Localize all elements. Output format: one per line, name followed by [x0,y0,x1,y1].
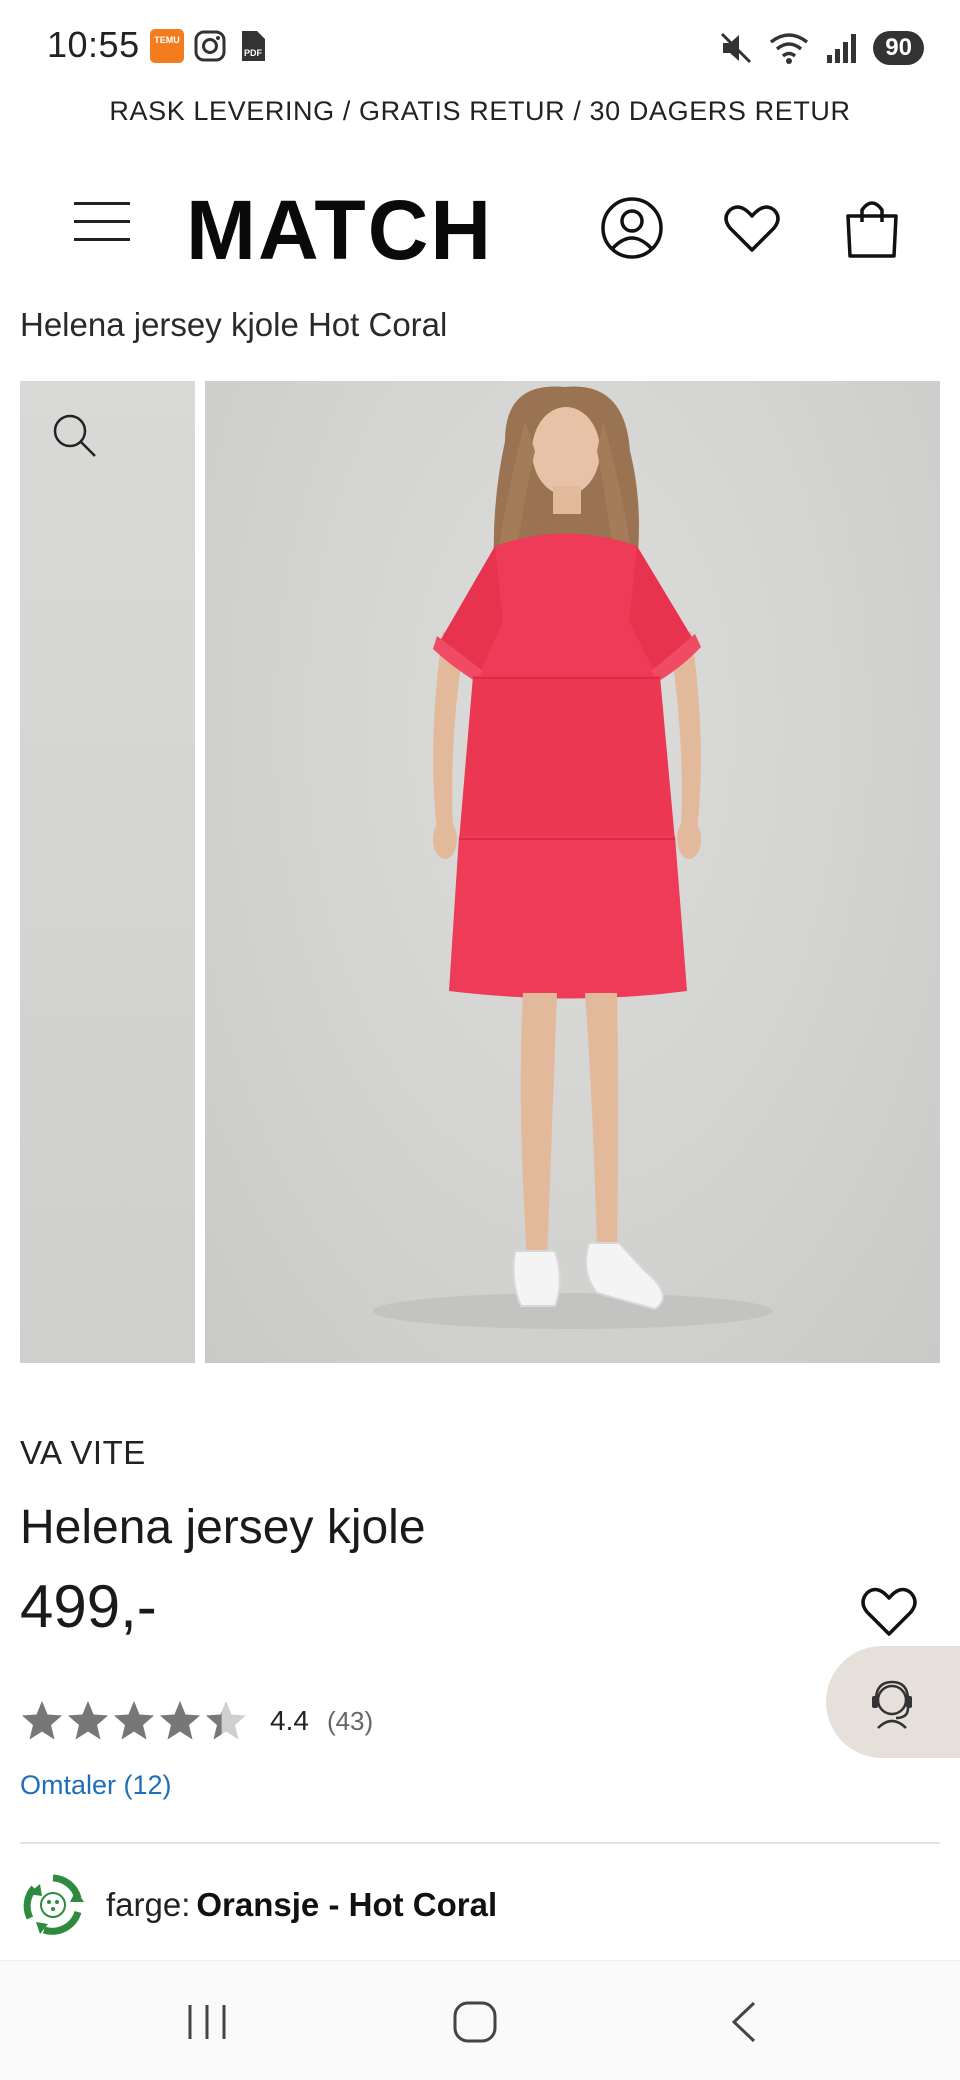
promo-banner: RASK LEVERING / GRATIS RETUR / 30 DAGERS… [109,96,851,126]
status-indicators: 90 [719,28,924,68]
temu-label: TEMU [154,35,180,45]
product-brand[interactable]: VA VITE [20,1434,146,1472]
signal-icon [827,34,857,63]
color-label: farge: [106,1886,191,1923]
status-bar: 10:55 TEMU PDF 90 [0,0,960,92]
star-icon [68,1701,108,1740]
product-main-image[interactable] [205,381,940,1363]
color-selector[interactable]: farge: Oransje - Hot Coral [20,1870,497,1940]
site-logo[interactable]: MATCH [186,188,493,272]
site-header: MATCH [0,180,960,280]
rating-stars [20,1699,248,1743]
product-price: 499,- [20,1573,157,1640]
color-value: Oransje - Hot Coral [196,1886,498,1923]
gallery-thumbnail[interactable] [20,381,195,1363]
page-title: Helena jersey kjole Hot Coral [20,306,448,343]
eco-recycle-icon [23,1874,84,1935]
pdf-label: PDF [244,48,263,58]
mute-icon [721,32,752,64]
menu-icon[interactable] [74,200,130,244]
pdf-icon: PDF [236,29,270,63]
rating-count: (43) [326,1705,374,1736]
star-icon [206,1701,246,1740]
reviews-link[interactable]: Omtaler (12) [20,1770,172,1801]
star-icon [160,1701,200,1740]
status-time: 10:55 [47,24,140,65]
heart-icon[interactable] [720,196,784,260]
star-icon [22,1701,62,1740]
zoom-icon[interactable] [50,411,100,461]
instagram-icon [194,30,226,62]
home-icon[interactable] [450,2001,500,2043]
product-rating[interactable]: 4.4 (43) [20,1694,373,1748]
recents-icon[interactable] [182,2001,232,2043]
section-divider [20,1842,940,1844]
wifi-icon [770,33,809,64]
product-gallery [20,381,940,1363]
favorite-heart-icon[interactable] [858,1582,920,1640]
battery-icon: 90 [873,31,924,65]
product-name: Helena jersey kjole [20,1501,426,1554]
system-nav-bar [0,1960,960,2080]
model-illustration [373,386,773,1329]
headset-agent-icon [872,1680,912,1729]
back-icon[interactable] [720,2001,770,2043]
user-icon[interactable] [600,196,664,260]
customer-support-button[interactable] [826,1646,960,1758]
star-icon [114,1701,154,1740]
temu-app-icon: TEMU [150,29,184,63]
rating-value: 4.4 [270,1705,309,1736]
bag-icon[interactable] [840,196,904,260]
